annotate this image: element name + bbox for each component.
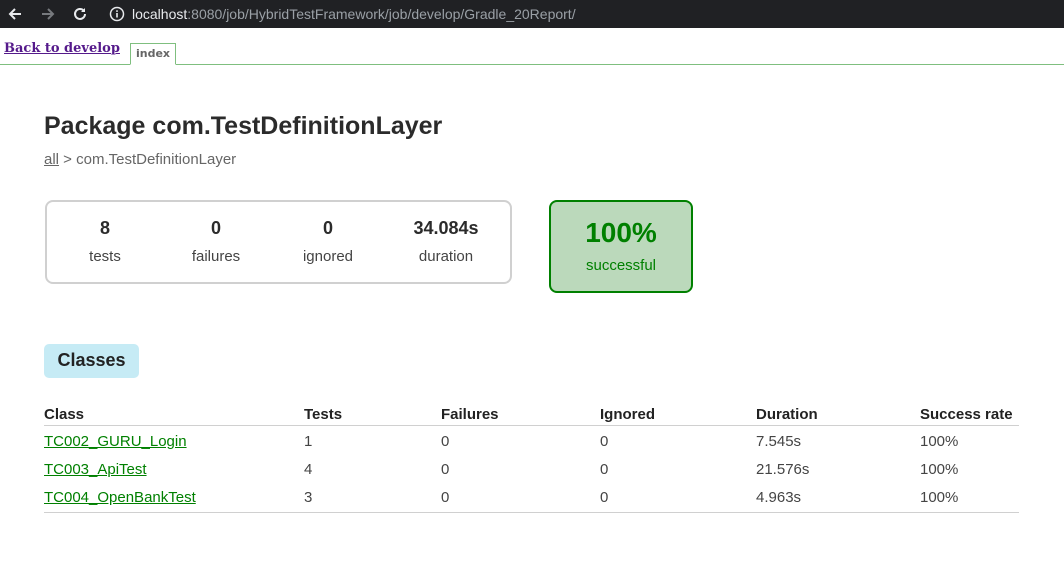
duration-label: duration: [418, 248, 474, 265]
failures-counter: 0 failures: [161, 218, 271, 265]
class-name-cell: TC002_GURU_Login: [44, 425, 304, 453]
breadcrumb-all-link[interactable]: all: [44, 151, 59, 168]
breadcrumb: all > com.TestDefinitionLayer: [44, 151, 236, 168]
tests-cell: 1: [304, 433, 313, 450]
class-link[interactable]: TC002_GURU_Login: [44, 433, 187, 450]
column-header-failures: Failures: [441, 401, 600, 426]
tab-classes[interactable]: Classes: [44, 344, 139, 378]
ignored-cell: 0: [600, 481, 756, 513]
duration-value: 34.084s: [413, 218, 479, 238]
failures-cell: 0: [441, 433, 450, 450]
tests-count: 8: [99, 218, 110, 238]
ignored-label: ignored: [302, 248, 354, 265]
address-bar[interactable]: localhost:8080/job/HybridTestFramework/j…: [104, 0, 1064, 28]
tests-cell: 3: [304, 481, 441, 513]
duration-cell: 21.576s: [756, 461, 810, 478]
url-path: :8080/job/HybridTestFramework/job/develo…: [187, 6, 576, 22]
column-header-success-rate: Success rate: [920, 401, 1019, 426]
failures-cell: 0: [441, 461, 450, 478]
success-percent: 100%: [585, 217, 657, 248]
table-row: TC002_GURU_Login 1 0 0 7.545s 100%: [44, 425, 1019, 453]
class-link[interactable]: TC004_OpenBankTest: [44, 489, 196, 506]
reload-icon[interactable]: [69, 4, 91, 24]
index-tab[interactable]: index: [130, 43, 177, 65]
duration-cell: 4.963s: [756, 481, 920, 513]
success-rate-cell: 100%: [920, 433, 959, 450]
summary-counters: 8 tests 0 failures 0 ignored 34.084s dur…: [45, 200, 512, 284]
table-header-row: Class Tests Failures Ignored Duration Su…: [44, 401, 1019, 426]
class-link[interactable]: TC003_ApiTest: [44, 461, 147, 478]
success-rate-cell: 100%: [920, 481, 1019, 513]
back-to-develop-link[interactable]: Back to develop: [4, 41, 120, 56]
column-header-tests: Tests: [304, 401, 441, 426]
breadcrumb-current: > com.TestDefinitionLayer: [59, 151, 237, 168]
site-info-icon[interactable]: [108, 5, 126, 23]
tests-cell: 4: [304, 461, 313, 478]
back-arrow-icon[interactable]: [4, 4, 26, 24]
success-label: successful: [585, 257, 657, 274]
failures-cell: 0: [441, 481, 600, 513]
ignored-counter: 0 ignored: [273, 218, 383, 265]
duration-cell: 7.545s: [756, 433, 802, 450]
success-rate-box: 100% successful: [549, 200, 693, 293]
failures-label: failures: [191, 248, 241, 265]
ignored-cell: 0: [600, 433, 609, 450]
ignored-count: 0: [322, 218, 333, 238]
success-rate-cell: 100%: [920, 461, 959, 478]
class-name-cell: TC003_ApiTest: [44, 453, 304, 481]
column-header-ignored: Ignored: [600, 401, 756, 426]
tests-counter: 8 tests: [50, 218, 160, 265]
table-row: TC004_OpenBankTest 3 0 0 4.963s 100%: [44, 481, 1019, 513]
duration-counter: 34.084s duration: [391, 218, 501, 265]
url-text[interactable]: localhost:8080/job/HybridTestFramework/j…: [132, 6, 576, 22]
column-header-class: Class: [44, 401, 304, 426]
class-name-cell: TC004_OpenBankTest: [44, 481, 304, 513]
tests-label: tests: [89, 248, 121, 265]
url-host: localhost: [132, 6, 188, 22]
classes-table: Class Tests Failures Ignored Duration Su…: [44, 401, 1019, 513]
column-header-duration: Duration: [756, 401, 920, 426]
browser-toolbar: localhost:8080/job/HybridTestFramework/j…: [0, 0, 1064, 28]
failures-count: 0: [210, 218, 221, 238]
page-title: Package com.TestDefinitionLayer: [44, 112, 443, 140]
table-row: TC003_ApiTest 4 0 0 21.576s 100%: [44, 453, 1019, 481]
forward-arrow-icon[interactable]: [37, 4, 59, 24]
ignored-cell: 0: [600, 461, 609, 478]
report-frame-header: Back to develop index: [0, 28, 1064, 65]
